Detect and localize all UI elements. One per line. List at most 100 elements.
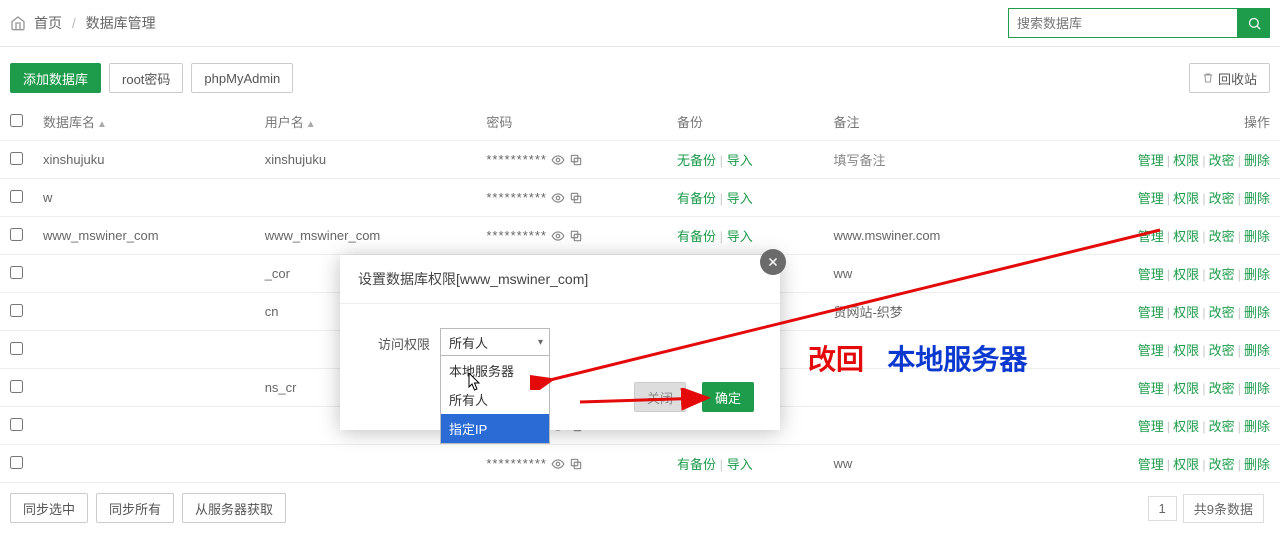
row-checkbox[interactable] [10,380,23,393]
pager: 1 共9条数据 [1148,494,1270,523]
op-chpwd[interactable]: 改密 [1209,343,1235,358]
copy-icon[interactable] [569,191,583,205]
op-chpwd[interactable]: 改密 [1209,381,1235,396]
get-from-server-button[interactable]: 从服务器获取 [182,493,286,523]
op-del[interactable]: 删除 [1244,343,1270,358]
op-perm[interactable]: 权限 [1173,153,1199,168]
remark-text[interactable]: ww [833,456,852,471]
cell-remark: ww [823,255,1031,293]
op-perm[interactable]: 权限 [1173,419,1199,434]
import-link[interactable]: 导入 [727,191,753,206]
op-chpwd[interactable]: 改密 [1209,153,1235,168]
eye-icon[interactable] [551,457,565,471]
op-chpwd[interactable]: 改密 [1209,191,1235,206]
cell-backup: 有备份 | 导入 [667,217,823,255]
select-dropdown: 本地服务器 所有人 指定IP [440,355,550,444]
remark-text[interactable]: ww [833,266,852,281]
row-checkbox[interactable] [10,228,23,241]
op-manage[interactable]: 管理 [1138,191,1164,206]
op-manage[interactable]: 管理 [1138,305,1164,320]
sync-selected-button[interactable]: 同步选中 [10,493,88,523]
op-perm[interactable]: 权限 [1173,343,1199,358]
add-db-button[interactable]: 添加数据库 [10,63,101,93]
breadcrumb-home[interactable]: 首页 [34,15,62,31]
op-perm[interactable]: 权限 [1173,457,1199,472]
row-checkbox[interactable] [10,418,23,431]
row-checkbox[interactable] [10,304,23,317]
remark-placeholder[interactable]: 填写备注 [833,153,885,168]
perm-label: 访问权限 [360,328,430,353]
recycle-button[interactable]: 回收站 [1189,63,1270,93]
modal-body: 访问权限 所有人 本地服务器 所有人 指定IP [340,304,780,372]
op-manage[interactable]: 管理 [1138,267,1164,282]
select-option-ip[interactable]: 指定IP [441,414,549,443]
op-del[interactable]: 删除 [1244,381,1270,396]
op-del[interactable]: 删除 [1244,191,1270,206]
op-perm[interactable]: 权限 [1173,191,1199,206]
import-link[interactable]: 导入 [727,229,753,244]
op-chpwd[interactable]: 改密 [1209,419,1235,434]
row-checkbox[interactable] [10,152,23,165]
backup-none[interactable]: 无备份 [677,153,716,168]
search-button[interactable] [1238,8,1270,38]
op-perm[interactable]: 权限 [1173,229,1199,244]
backup-has[interactable]: 有备份 [677,191,716,206]
root-pwd-button[interactable]: root密码 [109,63,183,93]
backup-has[interactable]: 有备份 [677,229,716,244]
op-perm[interactable]: 权限 [1173,267,1199,282]
cell-backup: 有备份 | 导入 [667,179,823,217]
copy-icon[interactable] [569,153,583,167]
select-all-checkbox[interactable] [10,114,23,127]
eye-icon[interactable] [551,229,565,243]
op-chpwd[interactable]: 改密 [1209,457,1235,472]
op-manage[interactable]: 管理 [1138,381,1164,396]
op-del[interactable]: 删除 [1244,457,1270,472]
select-display[interactable]: 所有人 [440,328,550,356]
cell-ops: 管理|权限|改密|删除 [1031,445,1280,483]
phpmyadmin-button[interactable]: phpMyAdmin [191,63,293,93]
op-manage[interactable]: 管理 [1138,343,1164,358]
pager-page[interactable]: 1 [1148,496,1177,521]
select-option-all[interactable]: 所有人 [441,385,549,414]
modal-title-prefix: 设置数据库权限[ [358,271,460,287]
op-manage[interactable]: 管理 [1138,419,1164,434]
cell-pwd: ********** [476,179,667,217]
col-user[interactable]: 用户名▲ [255,103,477,141]
op-del[interactable]: 删除 [1244,229,1270,244]
cell-remark: 贸网站-织梦 [823,293,1031,331]
op-manage[interactable]: 管理 [1138,153,1164,168]
remark-text[interactable]: 贸网站-织梦 [833,305,902,320]
op-perm[interactable]: 权限 [1173,381,1199,396]
op-chpwd[interactable]: 改密 [1209,267,1235,282]
copy-icon[interactable] [569,457,583,471]
op-chpwd[interactable]: 改密 [1209,305,1235,320]
modal-close-button[interactable] [760,249,786,275]
copy-icon[interactable] [569,229,583,243]
row-checkbox[interactable] [10,342,23,355]
op-del[interactable]: 删除 [1244,267,1270,282]
backup-has[interactable]: 有备份 [677,457,716,472]
op-manage[interactable]: 管理 [1138,457,1164,472]
row-checkbox[interactable] [10,456,23,469]
op-del[interactable]: 删除 [1244,153,1270,168]
op-manage[interactable]: 管理 [1138,229,1164,244]
row-checkbox[interactable] [10,266,23,279]
op-perm[interactable]: 权限 [1173,305,1199,320]
select-option-local[interactable]: 本地服务器 [441,356,549,385]
op-chpwd[interactable]: 改密 [1209,229,1235,244]
modal-cancel-button[interactable]: 关闭 [634,382,686,412]
remark-text[interactable]: www.mswiner.com [833,228,940,243]
import-link[interactable]: 导入 [727,457,753,472]
col-dbname[interactable]: 数据库名▲ [33,103,255,141]
perm-select[interactable]: 所有人 本地服务器 所有人 指定IP [440,328,550,356]
row-checkbox[interactable] [10,190,23,203]
eye-icon[interactable] [551,191,565,205]
import-link[interactable]: 导入 [727,153,753,168]
annotation-text: 改回 本地服务器 [808,338,1027,378]
search-input[interactable] [1008,8,1238,38]
sync-all-button[interactable]: 同步所有 [96,493,174,523]
op-del[interactable]: 删除 [1244,419,1270,434]
eye-icon[interactable] [551,153,565,167]
op-del[interactable]: 删除 [1244,305,1270,320]
modal-ok-button[interactable]: 确定 [702,382,754,412]
